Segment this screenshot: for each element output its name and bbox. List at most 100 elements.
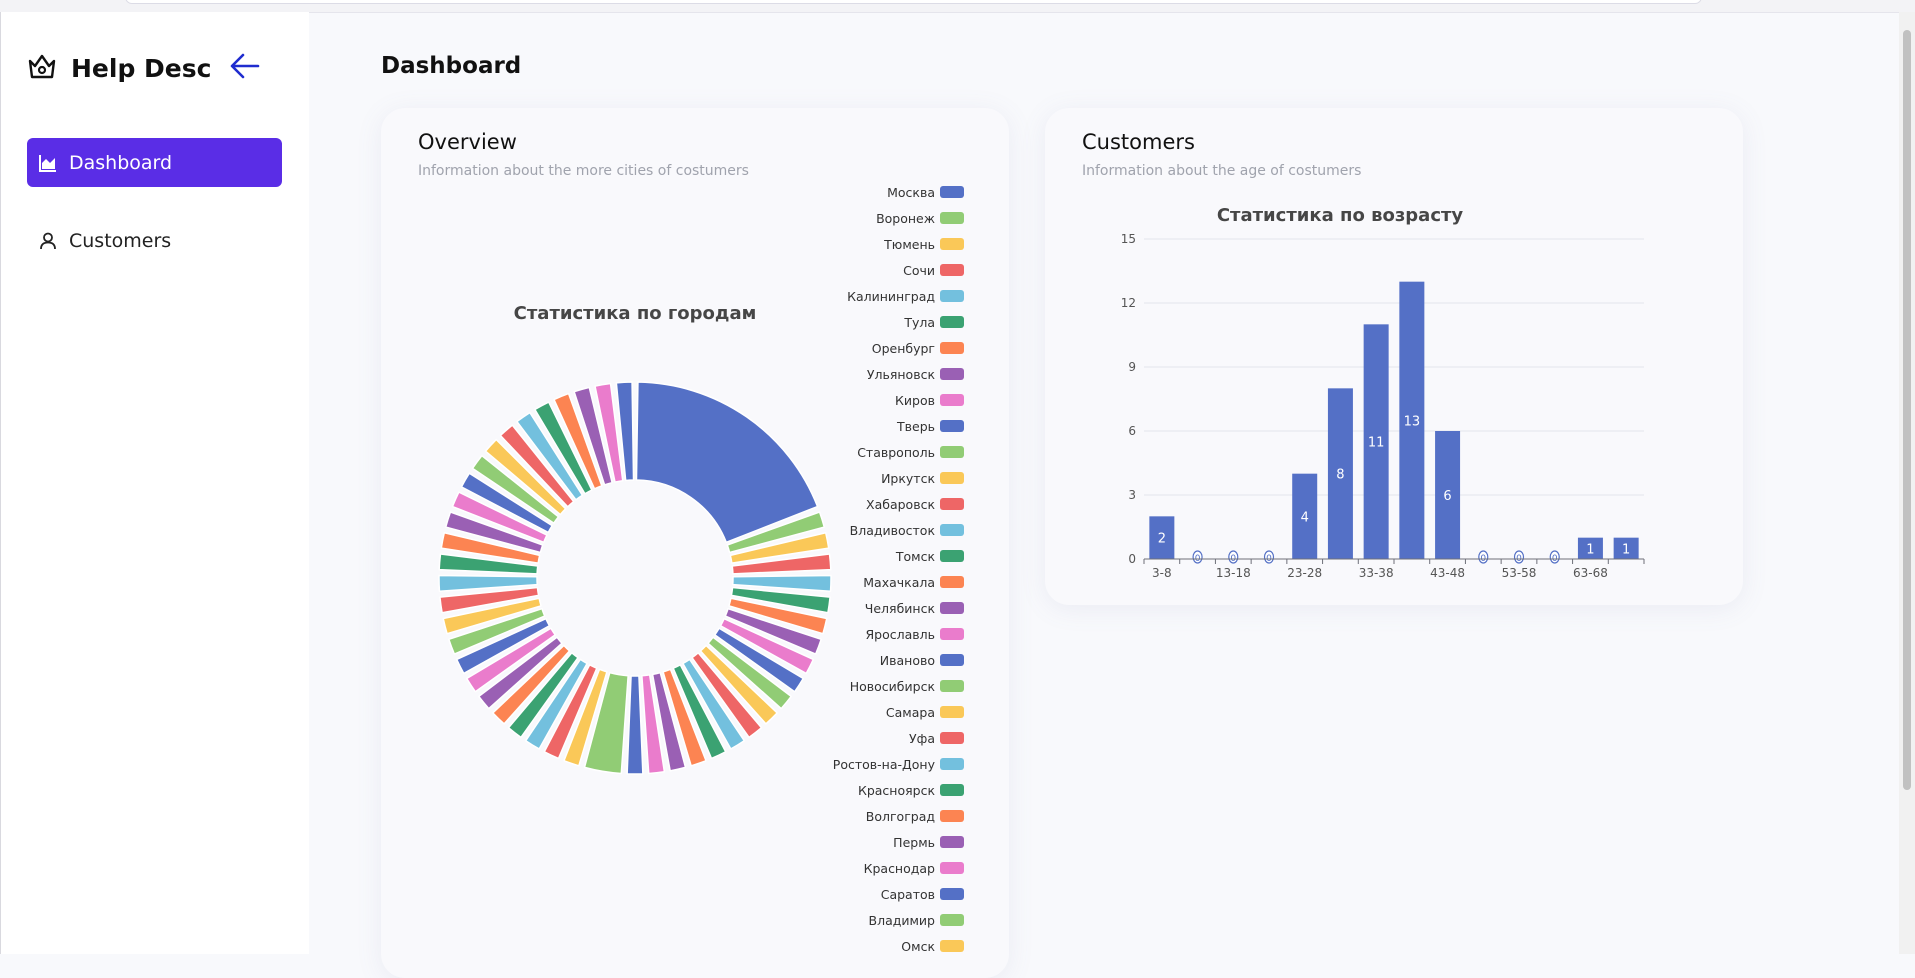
- legend-swatch[interactable]: [940, 316, 964, 328]
- legend-label: Владимир: [869, 913, 936, 928]
- legend-swatch[interactable]: [940, 368, 964, 380]
- chart-icon: [39, 154, 57, 172]
- y-tick-label: 12: [1121, 296, 1136, 310]
- legend-label: Иркутск: [881, 471, 935, 486]
- bar-value-label: 13: [1404, 414, 1421, 429]
- legend-label: Ярославль: [865, 627, 935, 642]
- legend-label: Воронеж: [876, 211, 935, 226]
- legend-swatch[interactable]: [940, 446, 964, 458]
- y-tick-label: 3: [1128, 488, 1136, 502]
- legend-swatch[interactable]: [940, 420, 964, 432]
- city-pie-chart: Статистика по городам Москва Воронеж Тюмен…: [438, 185, 964, 954]
- legend-swatch[interactable]: [940, 758, 964, 770]
- legend-label: Омск: [901, 939, 935, 954]
- pie-slice[interactable]: [626, 675, 644, 775]
- legend-label: Уфа: [909, 731, 935, 746]
- legend-swatch[interactable]: [940, 732, 964, 744]
- legend-label: Пермь: [893, 835, 935, 850]
- legend-label: Сочи: [903, 263, 935, 278]
- legend-label: Калининград: [847, 289, 935, 304]
- overview-card: Overview Information about the more citi…: [381, 108, 1009, 978]
- customers-card: Customers Information about the age of c…: [1045, 108, 1743, 605]
- address-bar[interactable]: [125, 0, 1702, 4]
- legend-swatch[interactable]: [940, 290, 964, 302]
- legend-swatch[interactable]: [940, 888, 964, 900]
- legend-swatch[interactable]: [940, 472, 964, 484]
- user-icon: [39, 232, 57, 250]
- sidebar-item-customers[interactable]: Customers: [27, 216, 282, 265]
- legend-swatch[interactable]: [940, 602, 964, 614]
- legend-label: Томск: [895, 549, 936, 564]
- legend-label: Волгоград: [866, 809, 935, 824]
- legend-label: Махачкала: [863, 575, 935, 590]
- legend-swatch[interactable]: [940, 238, 964, 250]
- legend-label: Ульяновск: [867, 367, 936, 382]
- legend-label: Красноярск: [858, 783, 935, 798]
- page-scrollbar[interactable]: [1899, 12, 1915, 954]
- x-tick-label: 53-58: [1502, 566, 1537, 580]
- bar-value-label: 11: [1368, 436, 1385, 451]
- legend-swatch[interactable]: [940, 212, 964, 224]
- app-title: Help Desc: [71, 53, 212, 83]
- scrollbar-thumb[interactable]: [1903, 30, 1911, 790]
- legend-swatch[interactable]: [940, 524, 964, 536]
- sidebar-item-dashboard[interactable]: Dashboard: [27, 138, 282, 187]
- y-tick-label: 15: [1121, 232, 1136, 246]
- legend-swatch[interactable]: [940, 186, 964, 198]
- bar-value-label: 8: [1336, 468, 1344, 483]
- sidebar-item-label: Dashboard: [69, 151, 173, 174]
- legend-swatch[interactable]: [940, 342, 964, 354]
- crown-icon: [27, 52, 57, 84]
- sidebar: Help Desc Dashboard Customers: [0, 12, 309, 954]
- x-tick-label: 63-68: [1573, 566, 1608, 580]
- bar-bars: 20 0 048111360 0 01 1: [1149, 281, 1639, 564]
- bar-chart-title: Статистика по возрасту: [1217, 205, 1464, 226]
- legend-label: Иваново: [880, 653, 935, 668]
- legend-label: Самара: [886, 705, 935, 720]
- pie-chart-title: Статистика по городам: [514, 303, 757, 324]
- legend-label: Москва: [887, 185, 935, 200]
- legend-swatch[interactable]: [940, 654, 964, 666]
- legend-swatch[interactable]: [940, 628, 964, 640]
- legend-label: Тула: [903, 315, 935, 330]
- x-tick-label: 13-18: [1216, 566, 1251, 580]
- page-title: Dashboard: [381, 53, 522, 79]
- legend-label: Оренбург: [872, 341, 935, 356]
- legend-label: Тверь: [896, 419, 935, 434]
- age-bar-chart: Статистика по возрасту 20 0 048111360 0 01 1 …: [1121, 205, 1645, 580]
- pie-slice[interactable]: [635, 381, 819, 544]
- legend-swatch[interactable]: [940, 680, 964, 692]
- legend-swatch[interactable]: [940, 394, 964, 406]
- y-tick-label: 9: [1128, 360, 1136, 374]
- bar-value-label: 6: [1443, 489, 1451, 504]
- legend-label: Челябинск: [865, 601, 936, 616]
- legend-swatch[interactable]: [940, 810, 964, 822]
- legend-label: Ростов-на-Дону: [833, 757, 936, 772]
- legend-swatch[interactable]: [940, 914, 964, 926]
- legend-swatch[interactable]: [940, 706, 964, 718]
- y-tick-label: 6: [1128, 424, 1136, 438]
- legend-label: Владивосток: [850, 523, 936, 538]
- bar-value-label: 2: [1158, 532, 1166, 547]
- legend-label: Тюмень: [883, 237, 935, 252]
- legend-swatch[interactable]: [940, 836, 964, 848]
- arrow-left-icon[interactable]: [229, 52, 261, 84]
- legend-label: Хабаровск: [866, 497, 935, 512]
- legend-swatch[interactable]: [940, 264, 964, 276]
- legend-label: Ставрополь: [857, 445, 935, 460]
- bar-value-label: 4: [1301, 510, 1309, 525]
- legend-swatch[interactable]: [940, 498, 964, 510]
- legend-swatch[interactable]: [940, 940, 964, 952]
- legend-label: Киров: [895, 393, 935, 408]
- y-tick-label: 0: [1128, 552, 1136, 566]
- sidebar-item-label: Customers: [69, 229, 172, 252]
- legend-swatch[interactable]: [940, 862, 964, 874]
- legend-swatch[interactable]: [940, 784, 964, 796]
- legend-swatch[interactable]: [940, 550, 964, 562]
- legend-swatch[interactable]: [940, 576, 964, 588]
- bar-grid: [1144, 238, 1644, 560]
- legend-label: Краснодар: [864, 861, 935, 876]
- x-tick-label: 3-8: [1152, 566, 1172, 580]
- legend-label: Саратов: [881, 887, 935, 902]
- bar-value-label: 1: [1586, 542, 1594, 557]
